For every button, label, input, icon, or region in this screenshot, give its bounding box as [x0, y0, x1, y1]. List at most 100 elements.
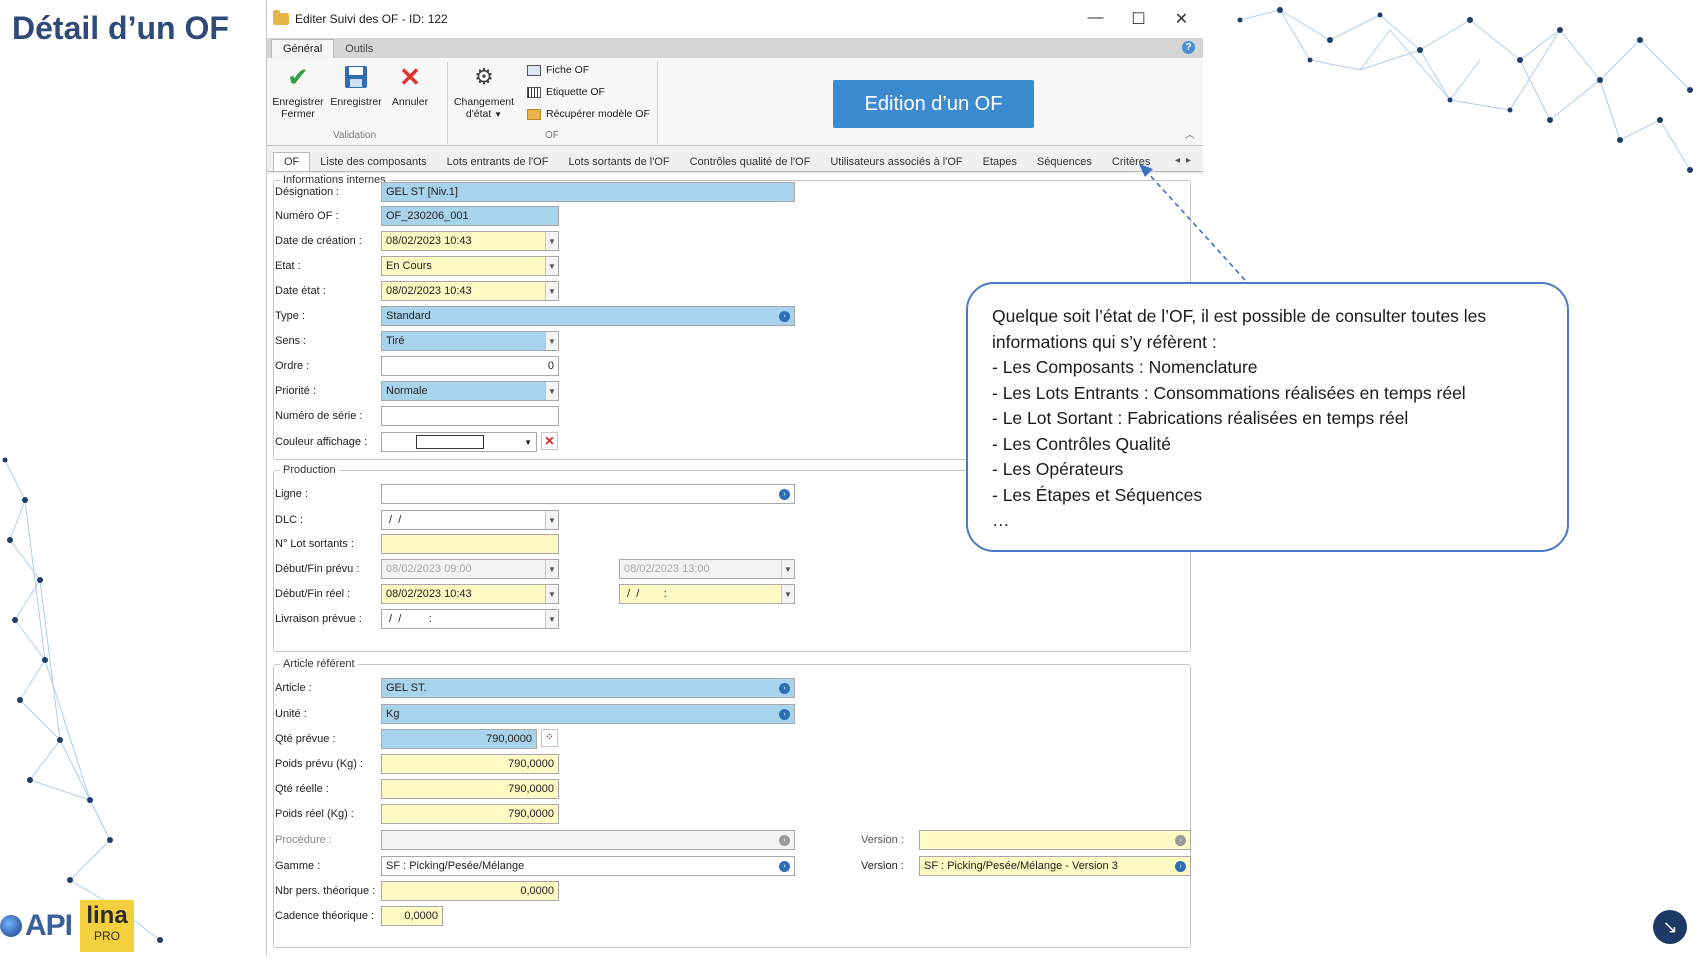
chevron-down-icon[interactable]: ▼	[545, 282, 558, 300]
tab-composants[interactable]: Liste des composants	[310, 153, 436, 171]
window-titlebar: Editer Suivi des OF - ID: 122 — ☐ ✕	[267, 0, 1203, 38]
fin-prevu-field[interactable]: 08/02/2023 13:00 ▼	[619, 559, 795, 579]
tab-outils[interactable]: Outils	[334, 40, 384, 58]
date-etat-field[interactable]: 08/02/2023 10:43 ▼	[381, 281, 559, 301]
callout-pointer-arrow	[1139, 164, 1246, 281]
tab-utilisateurs[interactable]: Utilisateurs associés à l'OF	[820, 153, 972, 171]
callout-line: - Les Lots Entrants : Consommations réal…	[992, 382, 1466, 403]
poids-reel-field[interactable]: 790,0000	[381, 804, 559, 824]
livraison-prevue-field[interactable]: / / : ▼	[381, 609, 559, 629]
cadence-field[interactable]: 0,0000	[381, 906, 443, 926]
chevron-down-icon[interactable]: ▼	[524, 438, 532, 447]
change-state-button[interactable]: ⚙ Changement d'état ▼	[451, 62, 517, 121]
poids-prevu-field[interactable]: 790,0000	[381, 754, 559, 774]
open-icon[interactable]: ›	[1175, 835, 1186, 846]
type-label: Type :	[275, 310, 305, 322]
save-button[interactable]: Enregistrer	[329, 62, 383, 108]
qte-reelle-field[interactable]: 790,0000	[381, 779, 559, 799]
debut-prevu-field[interactable]: 08/02/2023 09:00 ▼	[381, 559, 559, 579]
info-callout: Quelque soit l’état de l’OF, il est poss…	[966, 282, 1569, 552]
open-icon[interactable]: ›	[779, 311, 790, 322]
lina-pro-logo: lina PRO	[80, 900, 135, 952]
type-value: Standard	[386, 310, 431, 322]
fin-prevu-value: 08/02/2023 13:00	[624, 563, 710, 575]
open-icon[interactable]: ›	[1175, 861, 1186, 872]
chevron-down-icon[interactable]: ▼	[545, 511, 558, 529]
gamme-version-value: SF : Picking/Pesée/Mélange - Version 3	[924, 860, 1118, 872]
lot-sortants-field[interactable]	[381, 534, 559, 554]
clear-color-icon[interactable]: ✕	[541, 432, 558, 450]
qte-prevue-field[interactable]: 790,0000	[381, 729, 537, 749]
maximize-button[interactable]: ☐	[1117, 9, 1160, 29]
chevron-down-icon[interactable]: ▼	[545, 382, 558, 400]
debut-reel-field[interactable]: 08/02/2023 10:43 ▼	[381, 584, 559, 604]
etiquette-of-label: Etiquette OF	[546, 86, 605, 98]
couleur-picker[interactable]: ▼	[381, 432, 537, 452]
tab-lots-entrants[interactable]: Lots entrants de l'OF	[437, 153, 559, 171]
dlc-field[interactable]: / / ▼	[381, 510, 559, 530]
calculator-icon[interactable]: ⁘	[541, 729, 558, 747]
fin-reel-field[interactable]: / / : ▼	[619, 584, 795, 604]
etiquette-of-button[interactable]: Etiquette OF	[527, 86, 605, 98]
help-icon[interactable]: ?	[1182, 41, 1195, 54]
close-button[interactable]: ✕	[1160, 9, 1203, 29]
chevron-down-icon[interactable]: ▼	[781, 585, 794, 603]
next-slide-button[interactable]: ↘	[1653, 910, 1687, 944]
procedure-version-field[interactable]: ›	[919, 830, 1191, 850]
tab-sequences[interactable]: Séquences	[1027, 153, 1102, 171]
tab-lots-sortants[interactable]: Lots sortants de l'OF	[558, 153, 679, 171]
chevron-down-icon[interactable]: ▼	[545, 232, 558, 250]
tab-controles-qualite[interactable]: Contrôles qualité de l'OF	[680, 153, 821, 171]
article-label: Article :	[275, 682, 312, 694]
chevron-down-icon[interactable]: ▼	[545, 332, 558, 350]
recuperer-modele-button[interactable]: Récupérer modèle OF	[527, 108, 650, 120]
chevron-down-icon[interactable]: ▼	[545, 585, 558, 603]
open-icon[interactable]: ›	[779, 709, 790, 720]
type-field[interactable]: Standard ›	[381, 306, 795, 326]
date-creation-label: Date de création :	[275, 235, 362, 247]
gamme-version-field[interactable]: SF : Picking/Pesée/Mélange - Version 3 ›	[919, 856, 1191, 876]
date-creation-field[interactable]: 08/02/2023 10:43 ▼	[381, 231, 559, 251]
open-icon[interactable]: ›	[779, 861, 790, 872]
tab-etapes[interactable]: Etapes	[973, 153, 1027, 171]
save-close-button[interactable]: ✔ Enregistrer Fermer	[271, 62, 325, 120]
ordre-label: Ordre :	[275, 360, 310, 372]
fiche-of-button[interactable]: Fiche OF	[527, 64, 589, 76]
article-field[interactable]: GEL ST. ›	[381, 678, 795, 698]
unite-label: Unité :	[275, 708, 307, 720]
callout-line: - Le Lot Sortant : Fabrications réalisée…	[992, 408, 1409, 428]
version-label: Version :	[861, 860, 904, 872]
open-icon[interactable]: ›	[779, 489, 790, 500]
network-decoration-left	[2, 457, 163, 943]
designation-label: Désignation :	[275, 186, 340, 198]
window-title: Editer Suivi des OF - ID: 122	[295, 12, 448, 26]
chevron-down-icon[interactable]: ▼	[545, 610, 558, 628]
numero-serie-field[interactable]	[381, 406, 559, 426]
collapse-ribbon-icon[interactable]: ︿	[1185, 126, 1195, 141]
nbr-pers-field[interactable]: 0,0000	[381, 881, 559, 901]
unite-value: Kg	[386, 708, 400, 720]
gamme-field[interactable]: SF : Picking/Pesée/Mélange ›	[381, 856, 795, 876]
poids-prevu-label: Poids prévu (Kg) :	[275, 758, 364, 770]
open-icon[interactable]: ›	[779, 683, 790, 694]
ligne-field[interactable]: ›	[381, 484, 795, 504]
etat-select[interactable]: En Cours ▼	[381, 256, 559, 276]
priorite-select[interactable]: Normale ▼	[381, 381, 559, 401]
tab-of[interactable]: OF	[273, 152, 311, 171]
ordre-field[interactable]: 0	[381, 356, 559, 376]
chevron-down-icon[interactable]: ▼	[545, 257, 558, 275]
tab-general[interactable]: Général	[271, 39, 335, 58]
unite-field[interactable]: Kg ›	[381, 704, 795, 724]
chevron-down-icon[interactable]: ▼	[545, 560, 558, 578]
designation-field[interactable]: GEL ST [Niv.1]	[381, 182, 795, 202]
procedure-field[interactable]: ›	[381, 830, 795, 850]
cadence-label: Cadence théorique :	[275, 910, 375, 922]
date-etat-value: 08/02/2023 10:43	[386, 285, 472, 297]
cancel-button[interactable]: ✕ Annuler	[387, 62, 433, 108]
chevron-down-icon[interactable]: ▼	[781, 560, 794, 578]
sens-select[interactable]: Tiré ▼	[381, 331, 559, 351]
date-creation-value: 08/02/2023 10:43	[386, 235, 472, 247]
numero-of-field[interactable]: OF_230206_001	[381, 206, 559, 226]
minimize-button[interactable]: —	[1074, 9, 1117, 29]
open-icon[interactable]: ›	[779, 835, 790, 846]
